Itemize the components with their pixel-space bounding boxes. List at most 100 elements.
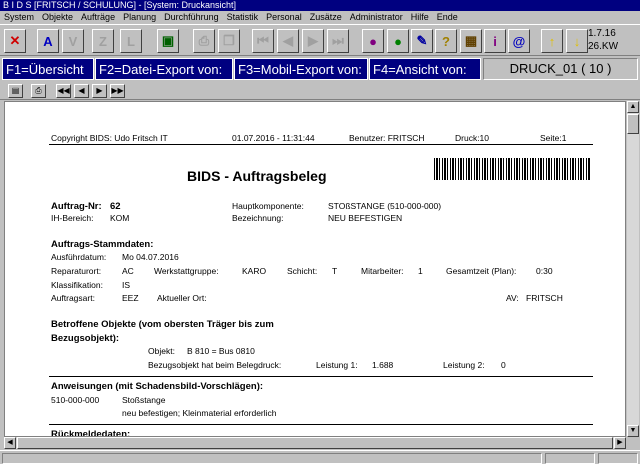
calendar-icon[interactable]: ▦ — [460, 29, 482, 53]
main-component-label: Hauptkomponente: — [232, 201, 304, 211]
save-icon[interactable]: ▣ — [157, 29, 179, 53]
shift-value: T — [332, 266, 338, 276]
f1-overview-button[interactable]: F1=Übersicht — [2, 58, 94, 80]
designation-label: Bezeichnung: — [232, 213, 284, 223]
window-title: B I D S [FRITSCH / SCHULUNG] - [System: … — [0, 0, 640, 11]
pen-icon[interactable]: ✎ — [411, 29, 433, 53]
workshop-group-label: Werkstattgruppe: — [154, 266, 219, 276]
prev-page-icon[interactable]: ◀ — [74, 84, 89, 98]
next-record-icon[interactable]: ▶ — [302, 29, 324, 53]
performance1-value: 1.688 — [372, 360, 394, 370]
menu-personal[interactable]: Personal — [262, 11, 306, 24]
object-value: B 810 = Bus 0810 — [187, 346, 255, 356]
performance2-value: 0 — [501, 360, 506, 370]
total-time-value: 0:30 — [536, 266, 553, 276]
help-icon[interactable]: ? — [435, 29, 457, 53]
vertical-scrollbar[interactable]: ▲ ▼ — [627, 101, 639, 437]
menu-hilfe[interactable]: Hilfe — [407, 11, 433, 24]
preview-toolbar: ▤ ⎙ ◀◀ ◀ ▶ ▶▶ — [0, 82, 640, 100]
reference-object-text: Bezugsobjekt hat beim Belegdruck: — [148, 360, 282, 370]
vertical-scroll-thumb[interactable] — [627, 114, 639, 134]
order-number: 62 — [110, 201, 121, 212]
menu-administrator[interactable]: Administrator — [346, 11, 407, 24]
av-value: FRITSCH — [526, 293, 563, 303]
status-bar — [0, 450, 640, 464]
close-icon[interactable]: ✕ — [4, 29, 26, 53]
horizontal-scrollbar[interactable]: ◀ ▶ — [4, 437, 626, 449]
info-icon[interactable]: i — [484, 29, 506, 53]
f3-mobile-export-button[interactable]: F3=Mobil-Export von: — [234, 58, 368, 80]
page-setup-icon[interactable]: ▤ — [8, 84, 23, 98]
status-panel-2 — [545, 453, 595, 464]
last-page-icon[interactable]: ▶▶ — [110, 84, 125, 98]
ih-area-value: KOM — [110, 213, 130, 223]
performance2-label: Leistung 2: — [443, 360, 485, 370]
menu-ende[interactable]: Ende — [433, 11, 462, 24]
order-type-value: EEZ — [122, 293, 139, 303]
ih-area-label: IH-Bereich: — [51, 213, 94, 223]
print-user: Benutzer: FRITSCH — [349, 133, 425, 143]
menu-auftraege[interactable]: Aufträge — [77, 11, 119, 24]
master-data-heading: Auftrags-Stammdaten: — [51, 239, 154, 250]
objects-heading-line2: Bezugsobjekt): — [51, 333, 120, 344]
at-icon[interactable]: @ — [508, 29, 530, 53]
classification-value: IS — [122, 280, 131, 290]
scroll-down-icon[interactable]: ▼ — [627, 425, 639, 437]
f4-view-button[interactable]: F4=Ansicht von: — [369, 58, 481, 80]
barcode — [434, 158, 590, 180]
version-number: 1.7.16 — [588, 28, 616, 39]
person-purple-icon[interactable]: ● — [362, 29, 384, 53]
format-v-icon[interactable]: V — [62, 29, 84, 53]
horizontal-scroll-thumb[interactable] — [17, 437, 613, 449]
scroll-left-icon[interactable]: ◀ — [4, 437, 16, 449]
menu-system[interactable]: System — [0, 11, 38, 24]
calendar-week: 26.KW — [588, 41, 619, 52]
main-component-value: STOßSTANGE (510-000-000) — [328, 201, 442, 211]
order-number-label: Auftrag-Nr: — [51, 201, 102, 212]
first-page-icon[interactable]: ◀◀ — [56, 84, 71, 98]
menu-durchfuehrung[interactable]: Durchführung — [160, 11, 223, 24]
menu-objekte[interactable]: Objekte — [38, 11, 77, 24]
print-icon[interactable]: ⎙ — [193, 29, 215, 53]
last-record-icon[interactable]: ⏭ — [327, 29, 349, 53]
first-record-icon[interactable]: ⏮ — [252, 29, 274, 53]
printer-icon[interactable]: ⎙ — [31, 84, 46, 98]
print-preview-page: Copyright BIDS: Udo Fritsch IT 01.07.201… — [4, 101, 626, 437]
status-panel-main — [2, 453, 542, 464]
menu-statistik[interactable]: Statistik — [223, 11, 263, 24]
scroll-up-icon[interactable]: ▲ — [627, 101, 639, 113]
repair-location-value: AC — [122, 266, 134, 276]
instruction-code: 510-000-000 — [51, 395, 100, 405]
objects-heading-line1: Betroffene Objekte (vom obersten Träger … — [51, 319, 274, 330]
prev-record-icon[interactable]: ◀ — [277, 29, 299, 53]
instruction-name: Stoßstange — [122, 395, 166, 405]
format-z-icon[interactable]: Z — [92, 29, 114, 53]
next-page-icon[interactable]: ▶ — [92, 84, 107, 98]
designation-value: NEU BEFESTIGEN — [328, 213, 403, 223]
toolbar: ✕ A V Z L ▣ ⎙ ❐ ⏮ ◀ ▶ ⏭ ● ● ✎ ? ▦ i @ ↑ … — [0, 24, 640, 56]
arrow-up-icon[interactable]: ↑ — [541, 29, 563, 53]
shift-label: Schicht: — [287, 266, 318, 276]
scroll-right-icon[interactable]: ▶ — [614, 437, 626, 449]
performance1-label: Leistung 1: — [316, 360, 358, 370]
menu-planung[interactable]: Planung — [119, 11, 160, 24]
copy-icon[interactable]: ❐ — [218, 29, 240, 53]
instruction-text: neu befestigen; Kleinmaterial erforderli… — [122, 408, 277, 418]
arrow-down-icon[interactable]: ↓ — [566, 29, 588, 53]
total-time-label: Gesamtzeit (Plan): — [446, 266, 517, 276]
format-l-icon[interactable]: L — [120, 29, 142, 53]
print-datetime: 01.07.2016 - 11:31:44 — [232, 133, 315, 143]
page-number: Seite:1 — [540, 133, 567, 143]
menu-zusaetze[interactable]: Zusätze — [306, 11, 346, 24]
order-type-label: Auftragsart: — [51, 293, 95, 303]
execution-date-value: Mo 04.07.2016 — [122, 252, 179, 262]
person-green-icon[interactable]: ● — [387, 29, 409, 53]
f2-file-export-button[interactable]: F2=Datei-Export von: — [95, 58, 233, 80]
copyright-text: Copyright BIDS: Udo Fritsch IT — [51, 133, 168, 143]
version-info: 1.7.16 26.KW — [588, 27, 624, 53]
status-panel-3 — [598, 453, 638, 464]
classification-label: Klassifikation: — [51, 280, 103, 290]
employees-label: Mitarbeiter: — [361, 266, 404, 276]
format-a-icon[interactable]: A — [37, 29, 59, 53]
repair-location-label: Reparaturort: — [51, 266, 102, 276]
